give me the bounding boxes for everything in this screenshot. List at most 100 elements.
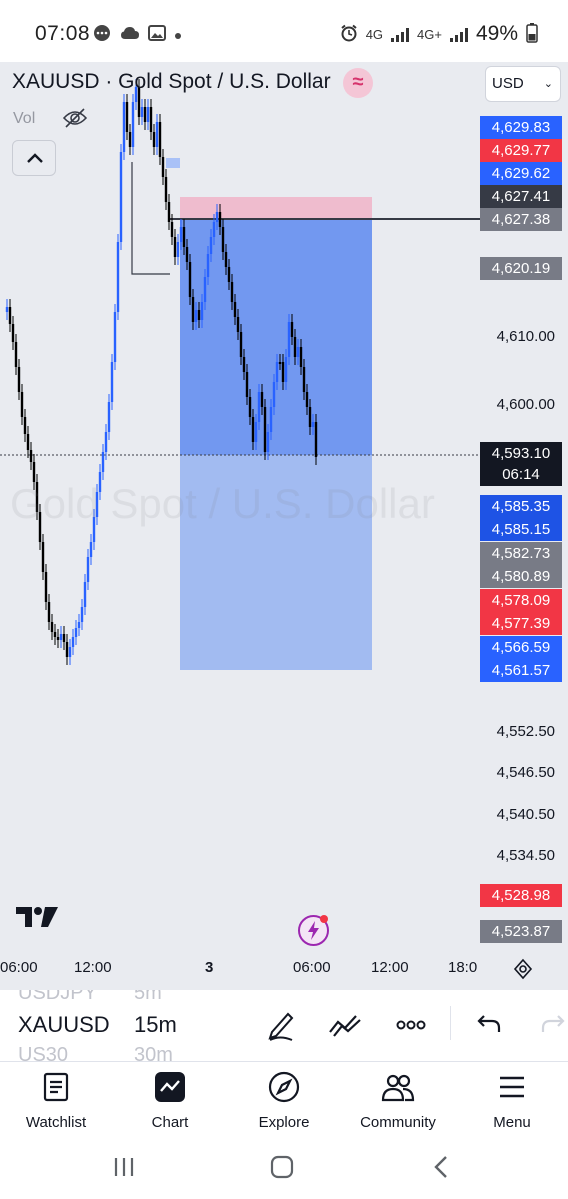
candle-body: [245, 372, 249, 397]
price-tag: 4,561.57: [480, 659, 562, 682]
candle-body: [167, 202, 171, 222]
candle-body: [128, 132, 132, 147]
candle-body: [83, 582, 87, 607]
candle-body: [59, 634, 63, 640]
nav-chart[interactable]: Chart: [114, 1068, 226, 1131]
currency-select[interactable]: USD ⌄: [485, 66, 561, 102]
candle-body: [56, 637, 60, 640]
indicator-badge-icon[interactable]: ≈: [343, 68, 373, 98]
candle-body: [239, 332, 243, 357]
more-icon[interactable]: [396, 1018, 426, 1036]
candle-body: [236, 317, 240, 332]
chart-area[interactable]: XAUUSD · Gold Spot / U.S. Dollar ≈ USD ⌄…: [0, 62, 568, 990]
watchlist-icon: [43, 1072, 69, 1102]
candle-body: [158, 122, 162, 157]
undo-icon[interactable]: [476, 1012, 502, 1041]
candle-body: [209, 237, 213, 254]
nav-menu[interactable]: Menu: [456, 1068, 568, 1131]
price-axis-label: 4,540.50: [496, 806, 555, 823]
candle-body: [254, 422, 258, 442]
candle-body: [251, 417, 255, 442]
candle-body: [149, 107, 153, 132]
home-icon[interactable]: [270, 1155, 294, 1184]
candle-body: [206, 254, 210, 277]
dot-icon: [174, 27, 182, 44]
candle-body: [77, 622, 81, 628]
chat-icon: [92, 24, 112, 46]
time-label: 06:00: [293, 959, 331, 976]
candle-body: [62, 634, 66, 642]
candle-body: [218, 212, 222, 227]
candle-body: [272, 382, 276, 407]
price-tag: 4,627.41: [480, 185, 562, 208]
box-marker: [166, 158, 180, 168]
price-tag: 4,629.77: [480, 139, 562, 162]
candle-body: [179, 227, 183, 242]
nav-community[interactable]: Community: [342, 1068, 454, 1131]
candle-body: [23, 417, 27, 434]
chevron-up-icon: [27, 153, 43, 163]
price-tag: 4,582.73: [480, 542, 562, 565]
price-tag: 4,528.98: [480, 884, 562, 907]
time-label: 12:00: [74, 959, 112, 976]
menu-icon: [500, 1076, 524, 1098]
next-symbol[interactable]: US30: [18, 1044, 68, 1061]
candle-body: [131, 102, 135, 147]
candle-body: [188, 262, 192, 297]
candle-body: [314, 422, 318, 457]
candle-body: [65, 642, 69, 657]
symbol-title[interactable]: XAUUSD · Gold Spot / U.S. Dollar: [12, 70, 331, 94]
candle-body: [173, 237, 177, 257]
recent-apps-icon[interactable]: [112, 1156, 136, 1183]
candle-body: [116, 242, 120, 312]
collapse-button[interactable]: [12, 140, 56, 176]
candle-body: [194, 310, 198, 322]
symbol-selector[interactable]: XAUUSD: [18, 1012, 110, 1038]
pen-icon[interactable]: [266, 1008, 296, 1047]
price-axis-label: 4,552.50: [496, 723, 555, 740]
next-interval[interactable]: 30m: [134, 1044, 173, 1061]
candle-body: [248, 397, 252, 417]
candle-body: [32, 462, 36, 482]
price-tag: 4,620.19: [480, 257, 562, 280]
candle-body: [146, 107, 150, 122]
candle-body: [230, 282, 234, 302]
candle-body: [293, 337, 297, 357]
candle-body: [14, 342, 18, 367]
price-tag: 4,580.89: [480, 565, 562, 588]
status-time: 07:08: [35, 22, 91, 45]
candle-body: [197, 310, 201, 320]
range-marker: [131, 162, 170, 275]
notification-dot: [320, 915, 328, 923]
nav-watchlist[interactable]: Watchlist: [0, 1068, 112, 1131]
redo-icon[interactable]: [540, 1012, 566, 1041]
candle-body: [242, 357, 246, 372]
candle-body: [29, 450, 33, 462]
current-price-tag: 4,593.10 06:14: [480, 442, 562, 486]
back-icon[interactable]: [432, 1155, 450, 1184]
toolbar-divider: [450, 1006, 451, 1040]
candle-body: [86, 557, 90, 582]
candle-body: [11, 324, 15, 342]
candle-body: [125, 102, 129, 132]
cloud-icon: [120, 26, 140, 44]
nav-explore[interactable]: Explore: [228, 1068, 340, 1131]
candle-body: [200, 302, 204, 320]
prev-interval[interactable]: 5m: [134, 990, 162, 1005]
prev-symbol[interactable]: USDJPY: [18, 990, 97, 1005]
volume-label: Vol: [13, 110, 36, 127]
candle-body: [5, 307, 9, 312]
candle-body: [275, 362, 279, 382]
candle-body: [44, 572, 48, 602]
candle-body: [80, 607, 84, 622]
candle-body: [71, 637, 75, 647]
candle-body: [227, 267, 231, 282]
candle-body: [221, 227, 225, 252]
chart-icon: [155, 1072, 185, 1102]
candle-body: [143, 107, 147, 122]
price-tag: 4,577.39: [480, 612, 562, 635]
indicators-icon[interactable]: [328, 1012, 362, 1043]
candle-body: [278, 362, 282, 364]
interval-selector[interactable]: 15m: [134, 1012, 177, 1038]
candle-body: [287, 322, 291, 357]
